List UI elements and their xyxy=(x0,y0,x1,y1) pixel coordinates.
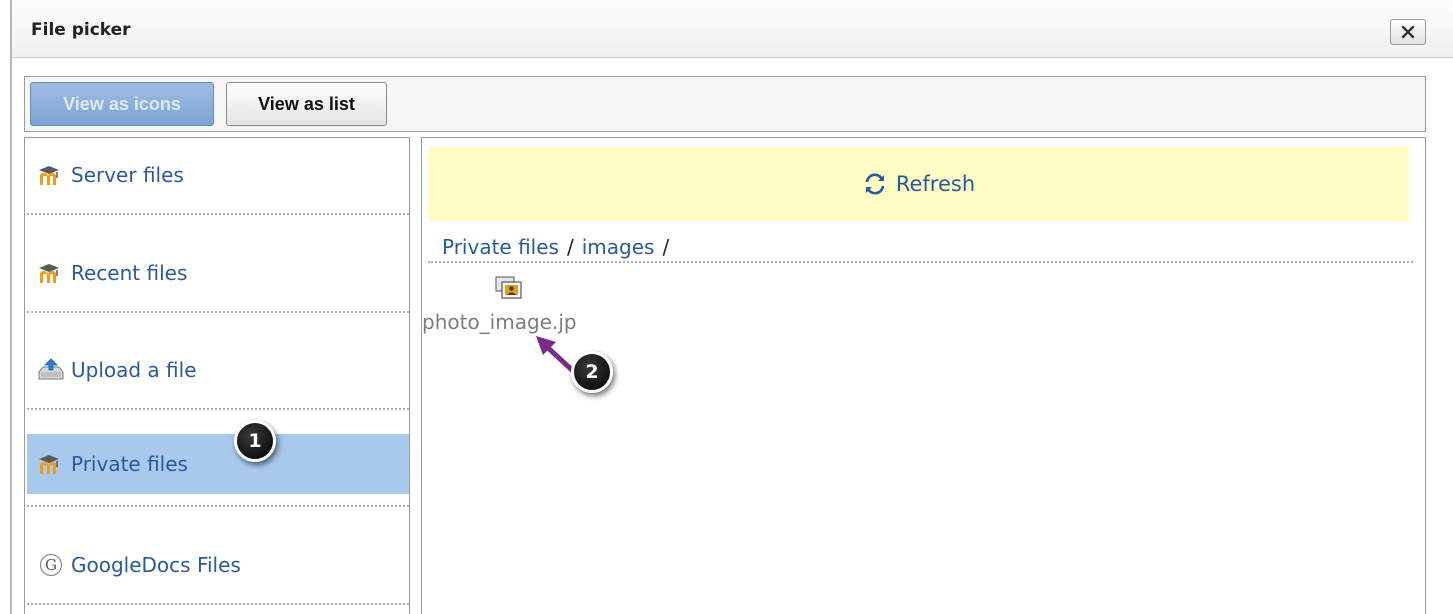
sidebar-item-label: GoogleDocs Files xyxy=(71,553,241,577)
sidebar-divider xyxy=(27,603,409,605)
moodle-icon xyxy=(37,452,65,476)
upload-icon xyxy=(37,358,65,382)
close-button[interactable] xyxy=(1390,19,1426,45)
breadcrumb: Private files / images / xyxy=(442,235,669,259)
view-toolbar: View as icons View as list xyxy=(24,76,1426,132)
callout-badge: 2 xyxy=(571,351,613,393)
callout-badge: 1 xyxy=(234,420,276,462)
dialog-title: File picker xyxy=(31,20,131,40)
breadcrumb-divider xyxy=(428,261,1413,263)
sidebar-item-recent-files[interactable]: Recent files xyxy=(27,243,409,303)
image-file-icon xyxy=(494,275,524,301)
sidebar-item-label: Upload a file xyxy=(71,358,197,382)
sidebar-item-googledocs-files[interactable]: G GoogleDocs Files xyxy=(27,535,409,595)
breadcrumb-item-private-files[interactable]: Private files xyxy=(442,235,559,259)
sidebar-item-server-files[interactable]: Server files xyxy=(27,145,409,205)
sidebar-divider xyxy=(27,311,409,313)
breadcrumb-separator: / xyxy=(566,235,574,259)
refresh-button[interactable]: Refresh xyxy=(428,147,1409,221)
google-icon: G xyxy=(37,553,65,577)
refresh-label: Refresh xyxy=(895,172,976,196)
breadcrumb-separator: / xyxy=(662,235,670,259)
repository-sidebar: Server files Recent files Upload a file xyxy=(24,137,410,614)
breadcrumb-item-images[interactable]: images xyxy=(582,235,655,259)
svg-text:G: G xyxy=(45,556,57,574)
sidebar-divider xyxy=(27,505,409,507)
file-item[interactable]: photo_image.jp xyxy=(422,272,612,340)
sidebar-divider xyxy=(27,408,409,410)
view-as-icons-button[interactable]: View as icons xyxy=(30,82,214,126)
moodle-icon xyxy=(37,261,65,285)
sidebar-item-label: Server files xyxy=(71,163,184,187)
sidebar-divider xyxy=(27,213,409,215)
dialog-titlebar: File picker xyxy=(12,0,1453,58)
sidebar-item-upload-a-file[interactable]: Upload a file xyxy=(27,340,409,400)
refresh-icon xyxy=(862,171,888,197)
view-as-list-button[interactable]: View as list xyxy=(226,82,387,126)
sidebar-item-label: Private files xyxy=(71,452,188,476)
close-icon xyxy=(1401,25,1415,39)
moodle-icon xyxy=(37,163,65,187)
sidebar-item-label: Recent files xyxy=(71,261,188,285)
sidebar-item-private-files[interactable]: Private files xyxy=(27,434,409,494)
